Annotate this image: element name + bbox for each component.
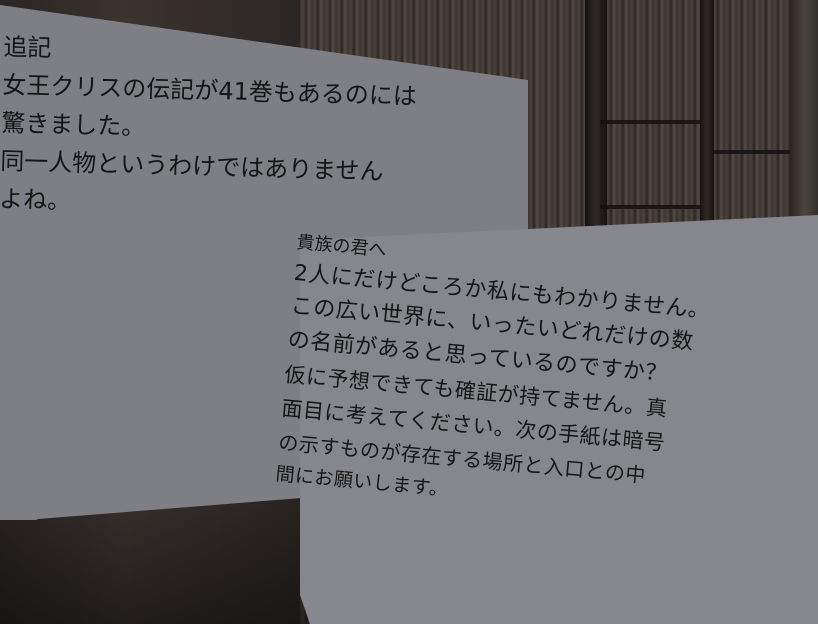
letter-note-text: 貴族の君へ 2人にだけどころか私にもわかりません。 この広い世界に、いったいどれ… [274, 228, 816, 536]
library-scene: 追記 女王クリスの伝記が41巻もあるのには 驚きました。 同一人物というわけでは… [0, 0, 818, 624]
shelf-edge [712, 150, 790, 154]
postscript-note-text: 追記 女王クリスの伝記が41巻もあるのには 驚きました。 同一人物というわけでは… [0, 28, 524, 232]
shelf-edge [600, 205, 700, 209]
shelf-edge [600, 120, 700, 124]
